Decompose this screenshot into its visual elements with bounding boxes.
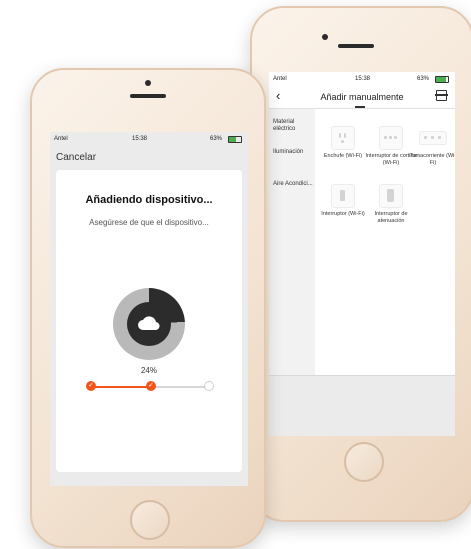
back-screen: Antel 15:38 63% ‹ Añadir manualmente Mat… bbox=[269, 72, 455, 436]
battery-icon bbox=[228, 136, 242, 143]
step-3-icon bbox=[204, 381, 214, 391]
step-2-check-icon: ✓ bbox=[146, 381, 156, 391]
carrier: Antel bbox=[54, 136, 68, 142]
title-underline bbox=[355, 106, 365, 108]
status-bar: Antel 15:38 63% bbox=[269, 72, 455, 86]
progress-ring bbox=[113, 288, 185, 360]
category-lighting[interactable]: Iluminación bbox=[273, 149, 315, 156]
curtain-switch-icon bbox=[379, 126, 403, 150]
power-strip-icon bbox=[419, 131, 447, 145]
carrier: Antel bbox=[273, 76, 287, 82]
category-material[interactable]: Material eléctrico bbox=[273, 119, 315, 133]
speaker bbox=[338, 44, 374, 48]
battery-text: 63% bbox=[417, 76, 430, 82]
status-bar: Antel 15:38 63% bbox=[50, 132, 248, 146]
step-1-check-icon: ✓ bbox=[86, 381, 96, 391]
card-subtitle: Asegúrese de que el dispositivo... bbox=[89, 218, 209, 227]
back-phone: Antel 15:38 63% ‹ Añadir manualmente Mat… bbox=[250, 6, 471, 522]
switch-icon bbox=[331, 184, 355, 208]
card-title: Añadiendo dispositivo... bbox=[85, 194, 213, 206]
bottom-area bbox=[269, 375, 455, 436]
progress-track-pending bbox=[152, 386, 206, 388]
front-screen: Antel 15:38 63% Cancelar Añadiendo dispo… bbox=[50, 132, 248, 486]
device-label: Tomacorriente (Wi-Fi) bbox=[409, 153, 455, 166]
device-label: Interruptor (Wi-Fi) bbox=[321, 211, 365, 217]
home-button[interactable] bbox=[344, 442, 384, 482]
progress-track-done bbox=[92, 386, 152, 388]
home-button[interactable] bbox=[130, 500, 170, 540]
device-label: Enchufe (Wi-Fi) bbox=[323, 153, 363, 159]
ring-center bbox=[127, 302, 171, 346]
device-power-strip[interactable]: Tomacorriente (Wi-Fi) bbox=[407, 126, 455, 167]
device-dimmer[interactable]: Interruptor de atenuación bbox=[365, 184, 417, 225]
front-phone: Antel 15:38 63% Cancelar Añadiendo dispo… bbox=[30, 68, 266, 548]
speaker bbox=[130, 94, 166, 98]
camera bbox=[322, 34, 328, 40]
clock: 15:38 bbox=[355, 76, 371, 82]
cloud-icon bbox=[138, 316, 160, 331]
battery-text: 63% bbox=[210, 136, 223, 142]
progress-percent: 24% bbox=[140, 366, 157, 375]
cancel-button[interactable]: Cancelar bbox=[56, 152, 96, 163]
device-switch[interactable]: Interruptor (Wi-Fi) bbox=[317, 184, 369, 218]
page-title: Añadir manualmente bbox=[320, 92, 404, 102]
plug-icon bbox=[331, 126, 355, 150]
battery-icon bbox=[435, 76, 449, 83]
device-label: Interruptor de atenuación bbox=[374, 211, 408, 224]
scan-icon[interactable] bbox=[435, 90, 448, 101]
clock: 15:38 bbox=[132, 136, 148, 142]
progress-card: Añadiendo dispositivo... Asegúrese de qu… bbox=[56, 170, 242, 472]
dimmer-icon bbox=[379, 184, 403, 208]
device-plug[interactable]: Enchufe (Wi-Fi) bbox=[317, 126, 369, 160]
camera bbox=[145, 80, 151, 86]
category-air-conditioning[interactable]: Aire Acondici... bbox=[273, 181, 315, 188]
